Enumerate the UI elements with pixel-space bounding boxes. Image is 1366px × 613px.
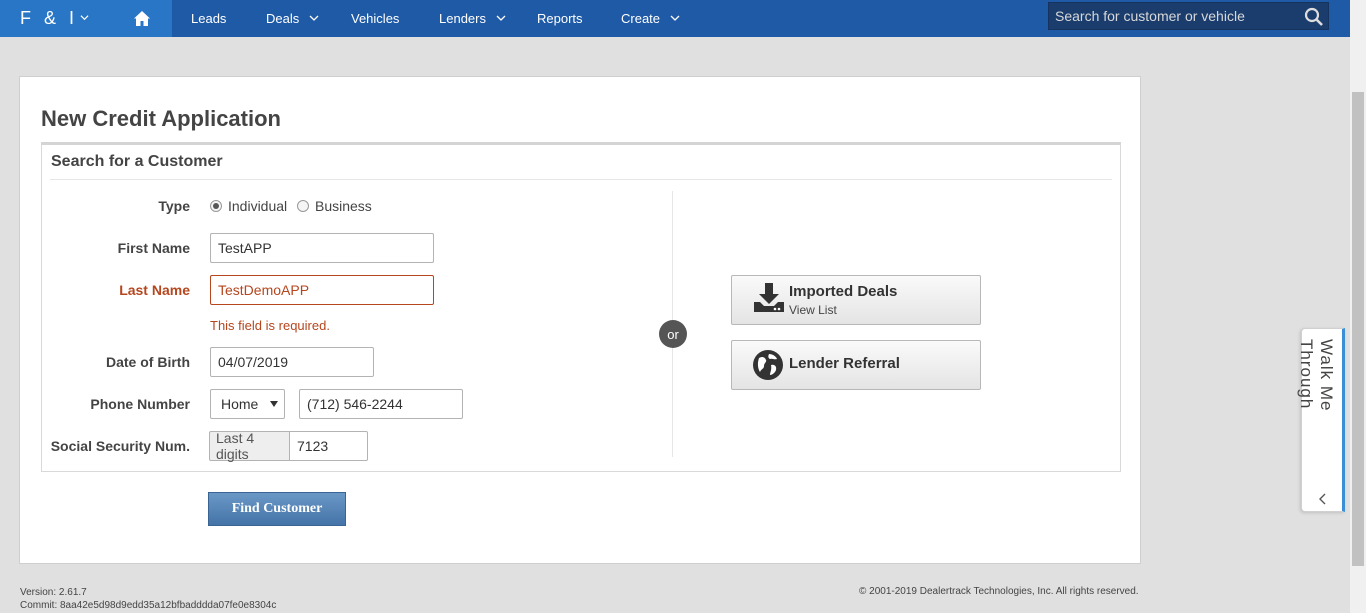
- footer-version-info: Version: 2.61.7 Commit: 8aa42e5d98d9edd3…: [20, 586, 276, 612]
- chevron-down-icon: [496, 15, 506, 21]
- search-input[interactable]: [1055, 8, 1300, 24]
- main-panel: New Credit Application Search for a Cust…: [19, 76, 1141, 564]
- search-icon[interactable]: [1304, 7, 1324, 27]
- app-switcher[interactable]: F & I: [0, 0, 112, 37]
- commit-text: Commit: 8aa42e5d98d9edd35a12bfbadddda07f…: [20, 600, 277, 611]
- radio-individual-button[interactable]: [210, 200, 222, 212]
- dob-field[interactable]: [210, 347, 374, 377]
- lender-referral-title: Lender Referral: [789, 355, 900, 372]
- radio-business-button[interactable]: [297, 200, 309, 212]
- page-scrollbar[interactable]: [1350, 0, 1366, 613]
- phone-label: Phone Number: [90, 396, 190, 412]
- phone-type-select[interactable]: Home: [210, 389, 285, 419]
- ssn-label: Social Security Num.: [50, 438, 190, 454]
- radio-business[interactable]: Business: [297, 198, 372, 214]
- dropdown-arrow-icon: [270, 401, 278, 407]
- ssn-field[interactable]: [289, 431, 368, 461]
- nav-vehicles[interactable]: Vehicles: [351, 0, 399, 37]
- dob-label: Date of Birth: [106, 354, 190, 370]
- top-nav: F & I Leads Deals Vehicles Lenders Repor…: [0, 0, 1350, 37]
- walkme-tab[interactable]: Walk Me Through: [1297, 328, 1345, 512]
- page-title: New Credit Application: [41, 106, 281, 131]
- nav-reports[interactable]: Reports: [537, 0, 583, 37]
- last-name-label: Last Name: [119, 282, 190, 298]
- imported-deals-subtitle: View List: [789, 303, 837, 317]
- version-text: Version: 2.61.7: [20, 587, 87, 598]
- phone-number-field[interactable]: [299, 389, 463, 419]
- first-name-field[interactable]: [210, 233, 434, 263]
- find-customer-button[interactable]: Find Customer: [208, 492, 346, 526]
- or-badge: or: [659, 320, 687, 348]
- phone-type-value: Home: [221, 396, 259, 412]
- radio-business-label: Business: [315, 198, 372, 214]
- lender-referral-button[interactable]: Lender Referral: [731, 340, 981, 390]
- chevron-down-icon: [670, 15, 680, 21]
- first-name-label: First Name: [117, 240, 190, 256]
- imported-deals-title: Imported Deals: [789, 283, 898, 300]
- nav-leads[interactable]: Leads: [191, 0, 226, 37]
- nav-create-label: Create: [621, 11, 661, 26]
- home-icon: [134, 11, 150, 26]
- radio-individual-label: Individual: [228, 198, 288, 214]
- walkme-label: Walk Me Through: [1297, 339, 1336, 412]
- nav-lenders-label: Lenders: [439, 11, 486, 26]
- nav-leads-label: Leads: [191, 11, 227, 26]
- ssn-addon: Last 4 digits: [209, 430, 290, 462]
- radio-individual[interactable]: Individual: [210, 198, 287, 214]
- last-name-error: This field is required.: [210, 318, 330, 333]
- nav-lenders[interactable]: Lenders: [439, 0, 506, 37]
- scrollbar-thumb[interactable]: [1352, 92, 1364, 566]
- type-label: Type: [158, 198, 190, 214]
- imported-deals-button[interactable]: Imported Deals View List: [731, 275, 981, 325]
- chevron-left-icon: [1319, 493, 1326, 505]
- customer-search-section: Search for a Customer Type Individual Bu…: [41, 142, 1121, 472]
- global-search: [1048, 2, 1329, 30]
- nav-vehicles-label: Vehicles: [351, 11, 400, 26]
- nav-create[interactable]: Create: [621, 0, 680, 37]
- nav-deals[interactable]: Deals: [266, 0, 319, 37]
- chevron-down-icon: [80, 15, 89, 21]
- last-name-field[interactable]: [210, 275, 434, 305]
- download-icon: [754, 283, 784, 312]
- copyright-text: © 2001-2019 Dealertrack Technologies, In…: [859, 586, 1139, 597]
- home-button[interactable]: [112, 0, 172, 37]
- brand-label: F & I: [20, 8, 79, 28]
- section-divider: [50, 179, 1112, 180]
- nav-reports-label: Reports: [537, 11, 583, 26]
- nav-deals-label: Deals: [266, 11, 300, 26]
- section-title: Search for a Customer: [51, 153, 223, 170]
- globe-icon: [753, 350, 783, 380]
- chevron-down-icon: [309, 15, 319, 21]
